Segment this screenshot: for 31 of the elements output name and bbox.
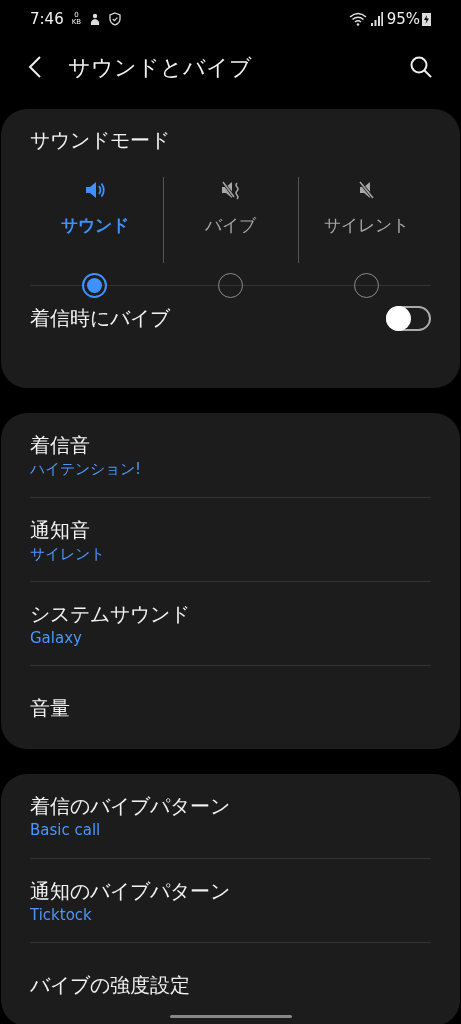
muted-speaker-icon (220, 179, 242, 201)
mode-label: サウンド (60, 214, 129, 237)
setting-title[interactable]: 音量 (30, 693, 431, 722)
setting-value: サイレント (30, 543, 106, 564)
setting-value: Galaxy (30, 627, 83, 648)
status-time: 7:46 (30, 8, 64, 30)
wifi-icon (348, 12, 367, 26)
mode-label: バイブ (205, 214, 257, 237)
setting-title[interactable]: 通知のバイブパターン (30, 876, 431, 905)
radio-button[interactable] (82, 273, 108, 298)
page-title: サウンドとバイブ (68, 53, 252, 82)
setting-value: Ticktock (30, 904, 93, 925)
toggle-switch[interactable] (386, 305, 431, 331)
battery-percentage: 95% (386, 8, 420, 30)
back-icon[interactable] (28, 55, 42, 79)
section-title: サウンドモード (30, 127, 171, 154)
setting-title[interactable]: バイブの強度設定 (30, 970, 431, 999)
setting-value: ハイテンション! (30, 459, 142, 479)
mode-label: サイレント (324, 214, 410, 237)
speaker-icon (83, 179, 106, 201)
setting-value: Basic call (30, 820, 102, 840)
setting-title[interactable]: 着信のバイブパターン (30, 792, 431, 820)
figure-icon (89, 12, 102, 26)
signal-icon (370, 12, 383, 26)
setting-title[interactable]: システムサウンド (30, 599, 431, 628)
search-icon[interactable] (409, 55, 433, 79)
setting-title[interactable]: 着信音 (30, 431, 431, 459)
battery-icon (422, 12, 431, 26)
shield-icon (109, 12, 122, 26)
setting-title[interactable]: 通知音 (30, 515, 431, 544)
setting-label: 着信時にバイブ (30, 305, 171, 332)
